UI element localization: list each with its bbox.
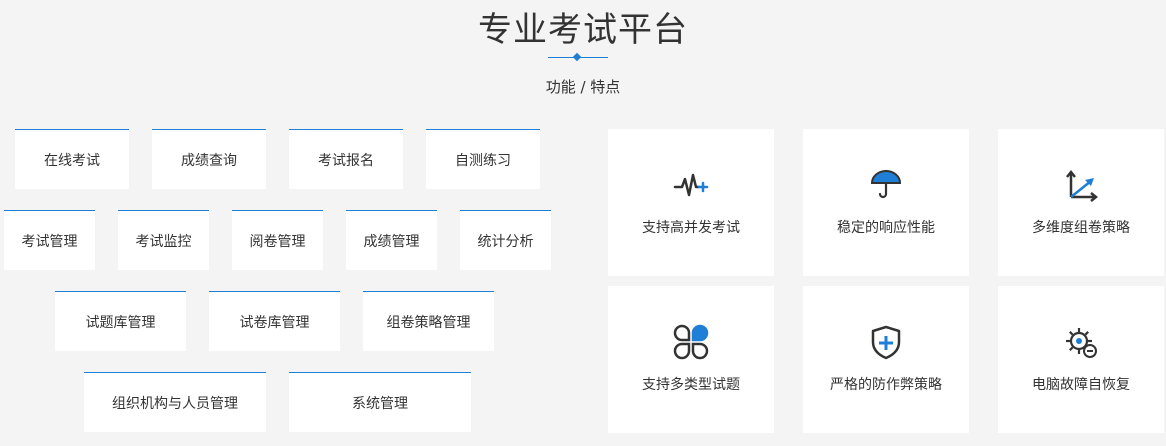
- card-label: 稳定的响应性能: [837, 220, 935, 236]
- feature-grading-management[interactable]: 阅卷管理: [232, 210, 323, 270]
- feature-score-query[interactable]: 成绩查询: [152, 129, 266, 189]
- card-label: 电脑故障自恢复: [1032, 377, 1130, 393]
- gear-icon: [998, 324, 1164, 360]
- shield-icon: [803, 324, 969, 360]
- card-stable-performance[interactable]: 稳定的响应性能: [803, 129, 969, 276]
- feature-composition-strategy[interactable]: 组卷策略管理: [363, 291, 494, 351]
- card-multidimensional-strategy[interactable]: 多维度组卷策略: [998, 129, 1164, 276]
- card-label: 多维度组卷策略: [1032, 220, 1130, 236]
- feature-label: 系统管理: [352, 395, 408, 412]
- card-label: 支持高并发考试: [642, 220, 740, 236]
- card-anti-cheating[interactable]: 严格的防作弊策略: [803, 286, 969, 433]
- feature-question-bank[interactable]: 试题库管理: [55, 291, 186, 351]
- grid-icon: [608, 324, 774, 360]
- feature-label: 统计分析: [477, 233, 534, 250]
- feature-self-practice[interactable]: 自测练习: [426, 129, 540, 189]
- feature-label: 在线考试: [44, 152, 100, 169]
- umbrella-icon: [803, 167, 969, 203]
- feature-label: 考试报名: [318, 152, 374, 169]
- feature-exam-monitoring[interactable]: 考试监控: [118, 210, 209, 270]
- card-auto-recovery[interactable]: 电脑故障自恢复: [998, 286, 1164, 433]
- feature-statistics[interactable]: 统计分析: [460, 210, 551, 270]
- feature-system-management[interactable]: 系统管理: [289, 372, 471, 432]
- feature-label: 考试监控: [135, 233, 192, 250]
- feature-label: 组卷策略管理: [386, 314, 471, 331]
- feature-label: 自测练习: [455, 152, 511, 169]
- feature-label: 成绩查询: [181, 152, 237, 169]
- card-high-concurrency[interactable]: 支持高并发考试: [608, 129, 774, 276]
- axes-icon: [998, 167, 1164, 203]
- feature-score-management[interactable]: 成绩管理: [346, 210, 437, 270]
- feature-label: 阅卷管理: [249, 233, 306, 250]
- feature-label: 组织机构与人员管理: [112, 395, 238, 412]
- feature-exam-management[interactable]: 考试管理: [4, 210, 95, 270]
- feature-online-exam[interactable]: 在线考试: [15, 129, 129, 189]
- card-label: 严格的防作弊策略: [830, 377, 942, 393]
- feature-exam-registration[interactable]: 考试报名: [289, 129, 403, 189]
- page-title: 专业考试平台: [478, 10, 688, 50]
- card-multi-question-types[interactable]: 支持多类型试题: [608, 286, 774, 433]
- page-subtitle: 功能 / 特点: [545, 78, 621, 96]
- feature-label: 试卷库管理: [239, 314, 310, 331]
- feature-paper-bank[interactable]: 试卷库管理: [209, 291, 340, 351]
- title-divider-diamond: [572, 52, 582, 62]
- feature-label: 成绩管理: [363, 233, 420, 250]
- pulse-icon: [608, 167, 774, 203]
- feature-org-personnel[interactable]: 组织机构与人员管理: [84, 372, 266, 432]
- card-label: 支持多类型试题: [642, 377, 740, 393]
- feature-label: 试题库管理: [85, 314, 156, 331]
- feature-label: 考试管理: [21, 233, 78, 250]
